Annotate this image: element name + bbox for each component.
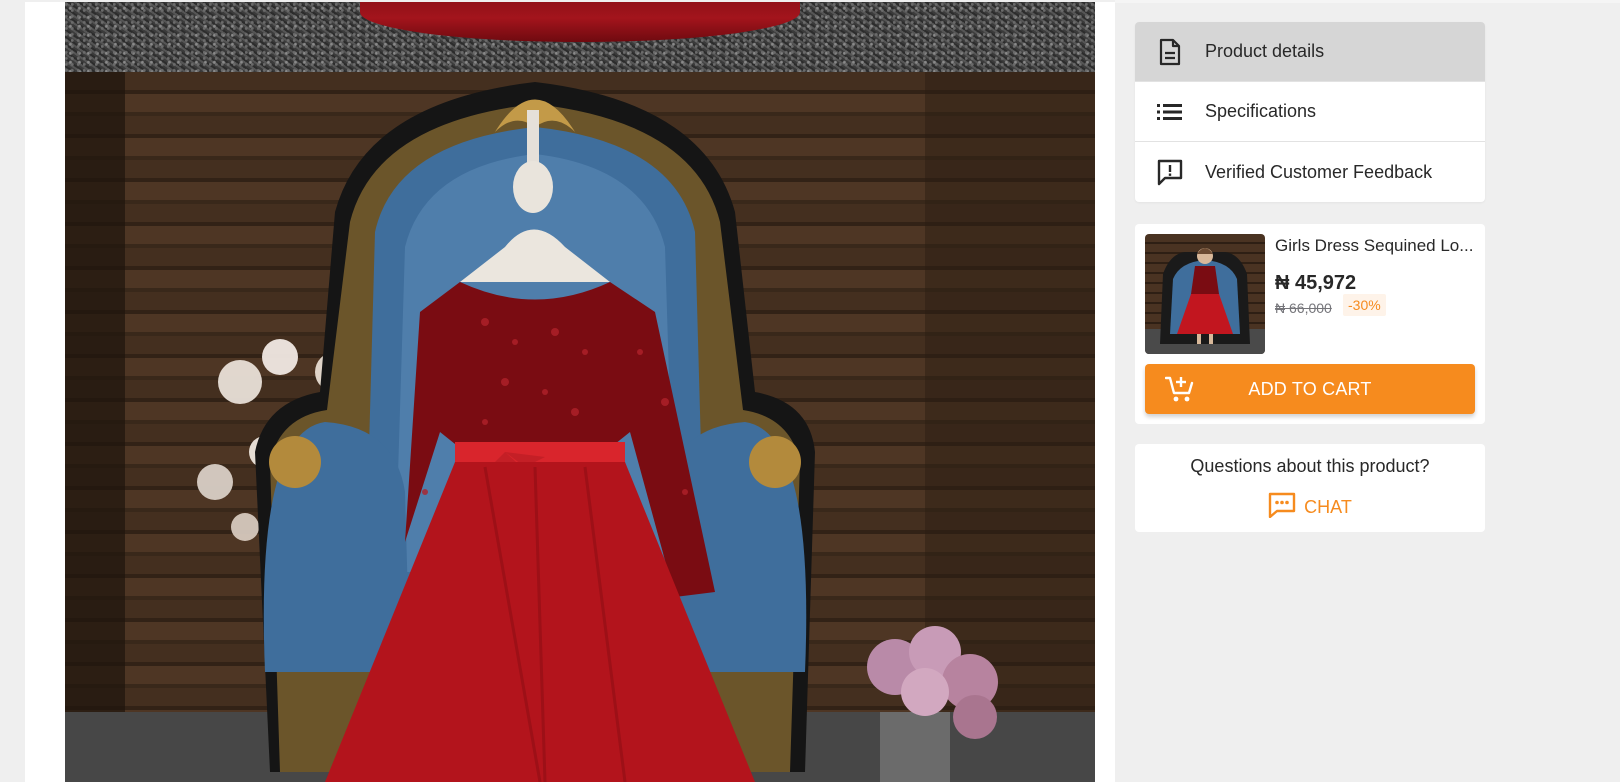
questions-box: Questions about this product? CHAT bbox=[1135, 444, 1485, 532]
discount-badge: -30% bbox=[1343, 294, 1386, 316]
old-price: ₦ 66,000 bbox=[1275, 300, 1332, 316]
nav-item-customer-feedback[interactable]: Verified Customer Feedback bbox=[1135, 142, 1485, 202]
product-gallery bbox=[25, 2, 1115, 782]
product-image-main bbox=[65, 72, 1095, 782]
add-to-cart-button[interactable]: ADD TO CART bbox=[1145, 364, 1475, 414]
document-icon bbox=[1135, 38, 1205, 66]
buy-box: Girls Dress Sequined Lo... ₦ 45,972 ₦ 66… bbox=[1135, 224, 1485, 424]
product-name[interactable]: Girls Dress Sequined Lo... bbox=[1275, 236, 1475, 256]
nav-label: Verified Customer Feedback bbox=[1205, 161, 1433, 182]
chat-button[interactable]: CHAT bbox=[1135, 492, 1485, 523]
dress-hem-shape bbox=[360, 2, 800, 42]
page: Product details Specifications Verified … bbox=[0, 0, 1620, 782]
nav-item-specifications[interactable]: Specifications bbox=[1135, 82, 1485, 142]
product-thumbnail[interactable] bbox=[1145, 234, 1265, 354]
product-price: ₦ 45,972 bbox=[1275, 272, 1357, 294]
product-image-previous bbox=[65, 2, 1095, 72]
list-icon bbox=[1135, 103, 1205, 121]
top-strip bbox=[1115, 0, 1620, 3]
section-nav: Product details Specifications Verified … bbox=[1135, 22, 1485, 202]
nav-item-product-details[interactable]: Product details bbox=[1135, 22, 1485, 82]
nav-label: Product details bbox=[1205, 41, 1325, 61]
nav-label: Specifications bbox=[1205, 101, 1317, 121]
add-to-cart-icon bbox=[1164, 375, 1195, 408]
chat-icon bbox=[1268, 492, 1296, 523]
feedback-icon bbox=[1135, 158, 1205, 186]
questions-text: Questions about this product? bbox=[1190, 456, 1430, 476]
chat-label: CHAT bbox=[1304, 497, 1352, 517]
